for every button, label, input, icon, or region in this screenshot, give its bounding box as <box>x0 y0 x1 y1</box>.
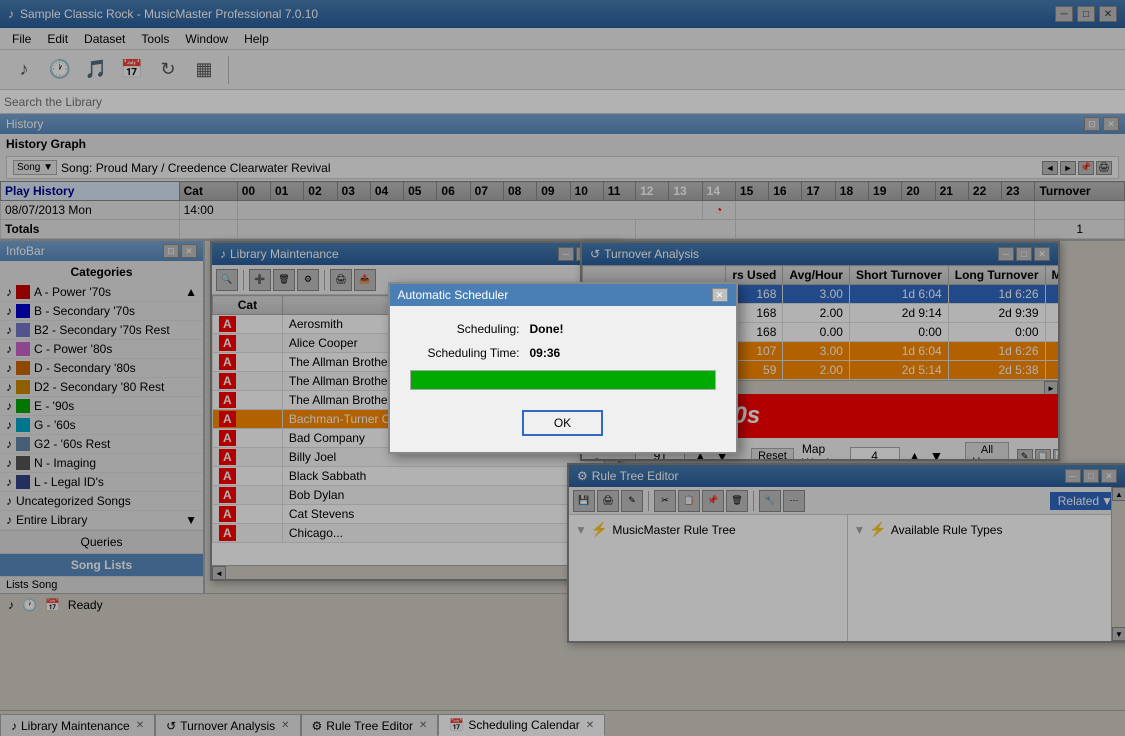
dialog-body: Scheduling: Done! Scheduling Time: 09:36… <box>390 306 736 452</box>
scheduling-value: Done! <box>530 322 564 336</box>
time-row: Scheduling Time: 09:36 <box>410 346 716 360</box>
dialog-title-text: Automatic Scheduler <box>398 288 509 302</box>
dialog-title: Automatic Scheduler ✕ <box>390 284 736 306</box>
scheduling-row: Scheduling: Done! <box>410 322 716 336</box>
progress-bar-container <box>410 370 716 390</box>
progress-bar-fill <box>411 371 715 389</box>
scheduling-label: Scheduling: <box>410 322 530 336</box>
dialog-close-btn[interactable]: ✕ <box>712 288 728 302</box>
ok-button[interactable]: OK <box>522 410 603 436</box>
scheduler-dialog: Automatic Scheduler ✕ Scheduling: Done! … <box>388 282 738 454</box>
modal-overlay: Automatic Scheduler ✕ Scheduling: Done! … <box>0 0 1125 736</box>
time-label: Scheduling Time: <box>410 346 530 360</box>
time-value: 09:36 <box>530 346 561 360</box>
